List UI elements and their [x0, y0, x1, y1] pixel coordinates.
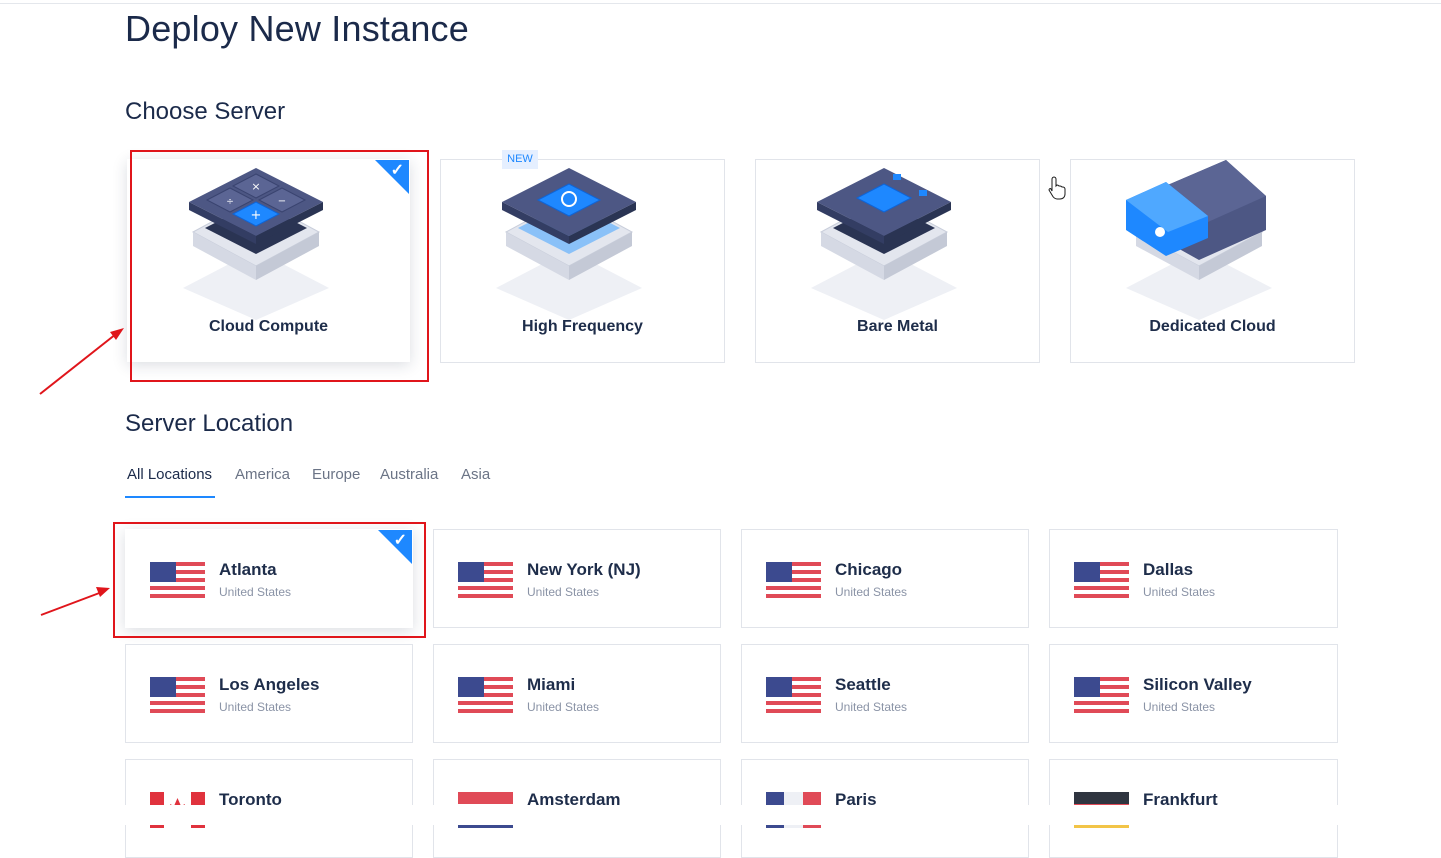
location-card-seattle[interactable]: Seattle United States [741, 644, 1029, 743]
svg-text:−: − [278, 196, 286, 207]
location-name: Atlanta [219, 560, 277, 579]
server-card-high-frequency[interactable]: High Frequency [440, 159, 725, 363]
tab-europe[interactable]: Europe [312, 466, 360, 483]
hand-pointer-icon [1048, 176, 1066, 200]
location-name: Chicago [835, 560, 903, 579]
us-flag-icon [458, 562, 513, 598]
choose-server-heading: Choose Server [125, 98, 286, 125]
new-badge: NEW [502, 150, 538, 169]
location-card-los-angeles[interactable]: Los Angeles United States [125, 644, 413, 743]
location-country: United States [219, 700, 292, 714]
us-flag-icon [766, 677, 821, 713]
location-card-dallas[interactable]: Dallas United States [1049, 529, 1338, 628]
page-title: Deploy New Instance [125, 8, 469, 49]
us-flag-icon [1074, 562, 1129, 598]
location-name: Seattle [835, 675, 891, 694]
server-card-label: Cloud Compute [208, 318, 329, 335]
us-flag-icon [458, 677, 513, 713]
annotation-arrow-location [40, 587, 110, 616]
svg-text:×: × [251, 180, 260, 193]
viewport-bottom-edge [0, 805, 1441, 825]
us-flag-icon [150, 677, 205, 713]
server-card-bare-metal[interactable]: Bare Metal [755, 159, 1040, 363]
top-divider [0, 3, 1441, 4]
svg-text:+: + [251, 208, 262, 223]
us-flag-icon [1074, 677, 1129, 713]
checkmark-icon: ✓ [390, 162, 404, 179]
location-name: Silicon Valley [1143, 675, 1252, 694]
location-name: Miami [527, 675, 576, 694]
location-country: United States [1143, 585, 1216, 599]
tab-asia[interactable]: Asia [461, 466, 490, 483]
active-tab-indicator [125, 496, 215, 498]
server-card-cloud-compute[interactable]: × ÷ − + Cloud Compute ✓ [127, 159, 410, 362]
location-card-miami[interactable]: Miami United States [433, 644, 721, 743]
checkmark-icon: ✓ [393, 532, 407, 549]
high-frequency-illustration [496, 168, 642, 320]
annotation-arrow-server [39, 328, 124, 395]
location-name: New York (NJ) [527, 560, 641, 579]
server-location-heading: Server Location [125, 410, 294, 437]
location-country: United States [527, 585, 600, 599]
location-name: Los Angeles [219, 675, 320, 694]
tab-australia[interactable]: Australia [380, 466, 438, 483]
tab-all-locations[interactable]: All Locations [127, 466, 212, 483]
server-card-label: High Frequency [522, 318, 643, 335]
dedicated-cloud-illustration [1126, 160, 1272, 320]
location-card-new-york[interactable]: New York (NJ) United States [433, 529, 721, 628]
location-country: United States [1143, 700, 1216, 714]
location-card-chicago[interactable]: Chicago United States [741, 529, 1029, 628]
location-country: United States [219, 585, 292, 599]
location-country: United States [835, 700, 908, 714]
us-flag-icon [766, 562, 821, 598]
server-card-label: Dedicated Cloud [1149, 318, 1276, 335]
location-card-silicon-valley[interactable]: Silicon Valley United States [1049, 644, 1338, 743]
server-card-label: Bare Metal [857, 318, 938, 335]
us-flag-icon [150, 562, 205, 598]
location-country: United States [835, 585, 908, 599]
location-name: Dallas [1143, 560, 1194, 579]
location-country: United States [527, 700, 600, 714]
svg-text:÷: ÷ [226, 197, 234, 207]
bare-metal-illustration [811, 168, 957, 320]
location-card-atlanta[interactable]: Atlanta United States ✓ [125, 529, 413, 628]
tab-america[interactable]: America [235, 466, 290, 483]
server-card-dedicated-cloud[interactable]: Dedicated Cloud [1070, 159, 1355, 363]
cloud-compute-illustration: × ÷ − + [183, 168, 329, 320]
